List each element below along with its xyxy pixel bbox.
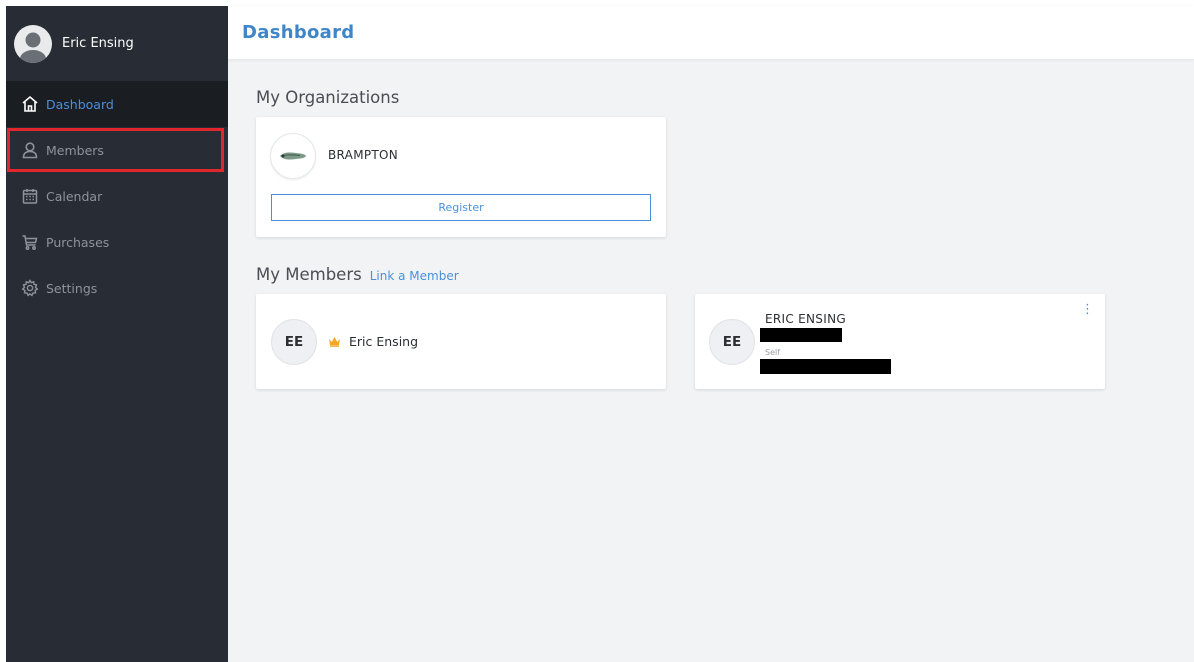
home-icon (20, 94, 40, 114)
member-name-row: Eric Ensing (328, 334, 418, 349)
member-initials-avatar: EE (709, 319, 755, 365)
avatar (14, 24, 52, 63)
register-button[interactable]: Register (271, 194, 651, 221)
user-name: Eric Ensing (62, 36, 134, 51)
sidebar-item-settings[interactable]: Settings (6, 265, 228, 311)
organization-card[interactable]: BRAMPTON Register (256, 117, 666, 237)
crown-icon (328, 336, 341, 347)
top-bar: Dashboard (228, 6, 1194, 59)
sidebar-item-label: Purchases (46, 234, 110, 250)
page-title: Dashboard (242, 22, 355, 43)
sidebar-nav: Dashboard Members Calendar Purchases Set… (6, 81, 228, 311)
gear-icon (20, 278, 40, 298)
member-initials-avatar: EE (271, 319, 317, 365)
organization-logo (270, 133, 316, 179)
sidebar-item-members[interactable]: Members (6, 127, 228, 173)
members-heading-row: My Members Link a Member (256, 265, 459, 284)
app-frame: Eric Ensing Dashboard Members Calendar P… (6, 6, 1194, 662)
member-detail-card[interactable]: EE ERIC ENSING Self ⋮ (695, 294, 1105, 389)
redacted-block (760, 359, 891, 374)
sidebar-item-label: Dashboard (46, 96, 114, 112)
member-relation: Self (765, 348, 781, 357)
sidebar: Eric Ensing Dashboard Members Calendar P… (6, 6, 228, 662)
members-heading: My Members (256, 265, 362, 284)
user-profile[interactable]: Eric Ensing (6, 6, 228, 81)
sidebar-item-purchases[interactable]: Purchases (6, 219, 228, 265)
sidebar-item-label: Members (46, 142, 104, 158)
redacted-block (760, 328, 842, 342)
sidebar-item-calendar[interactable]: Calendar (6, 173, 228, 219)
sidebar-item-dashboard[interactable]: Dashboard (6, 81, 228, 127)
member-full-name: ERIC ENSING (765, 312, 846, 326)
sidebar-item-label: Settings (46, 280, 98, 296)
organizations-heading: My Organizations (256, 88, 400, 107)
user-icon (20, 140, 40, 160)
calendar-icon (20, 186, 40, 206)
link-member-link[interactable]: Link a Member (370, 269, 459, 283)
cart-icon (20, 232, 40, 252)
sidebar-item-label: Calendar (46, 188, 103, 204)
more-options-icon[interactable]: ⋮ (1081, 302, 1094, 317)
member-name: Eric Ensing (349, 334, 419, 349)
organization-name: BRAMPTON (328, 148, 399, 162)
member-card[interactable]: EE Eric Ensing (256, 294, 666, 389)
